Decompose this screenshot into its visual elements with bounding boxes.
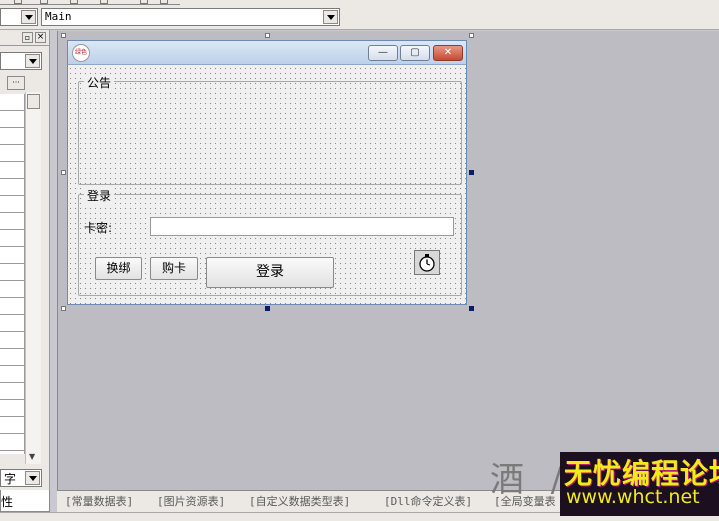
form-titlebar[interactable]: 绿色 — ▢ ✕ (68, 41, 466, 65)
stopwatch-icon (419, 254, 435, 272)
close-icon[interactable]: × (35, 32, 46, 43)
resize-handle[interactable] (265, 306, 270, 311)
minimize-button[interactable]: — (368, 45, 398, 61)
property-grid[interactable] (0, 94, 25, 454)
panel-header: ▫ × (0, 30, 50, 46)
watermark-url: www.whct.net (566, 486, 700, 508)
close-button[interactable]: ✕ (433, 45, 463, 61)
login-button[interactable]: 登录 (206, 257, 334, 288)
login-form-window[interactable]: 绿色 — ▢ ✕ 公告 登录 卡密: 换绑 购卡 登录 (67, 40, 467, 305)
resize-handle[interactable] (265, 33, 270, 38)
resize-handle[interactable] (469, 170, 474, 175)
tab-image-resources[interactable]: [图片资源表] (157, 493, 225, 509)
chevron-down-icon[interactable] (25, 54, 40, 68)
buy-card-button[interactable]: 购卡 (150, 257, 198, 280)
timer-control[interactable] (414, 250, 440, 275)
event-combo-value: Main (45, 10, 72, 23)
pin-icon[interactable]: ▫ (22, 32, 33, 43)
property-scrollbar[interactable]: ▼ (25, 92, 41, 464)
toolbar: Main (0, 0, 719, 30)
object-combo[interactable] (0, 8, 38, 26)
chevron-down-icon[interactable] (25, 471, 40, 485)
maximize-icon: ▢ (410, 47, 420, 58)
resize-handle[interactable] (469, 33, 474, 38)
event-combo[interactable]: Main (41, 8, 340, 26)
card-key-label: 卡密: (84, 221, 113, 235)
app-icon: 绿色 (72, 44, 90, 62)
chevron-down-icon[interactable] (323, 10, 338, 24)
login-group-label: 登录 (84, 187, 115, 204)
close-icon: ✕ (443, 47, 453, 58)
notice-group-label: 公告 (84, 74, 115, 91)
notice-groupbox (78, 81, 462, 185)
tab-custom-types[interactable]: [自定义数据类型表] (249, 493, 350, 509)
ellipsis-button[interactable]: ··· (7, 76, 25, 90)
toolbar-remnant (0, 0, 180, 5)
panel-tab[interactable]: 性 (0, 490, 50, 512)
scroll-down-arrow-icon[interactable]: ▼ (29, 452, 35, 461)
rebind-button[interactable]: 换绑 (95, 257, 142, 280)
resize-handle[interactable] (61, 33, 66, 38)
tab-dll-commands[interactable]: [Dll命令定义表] (384, 493, 472, 509)
sort-combo[interactable]: 字 (0, 469, 42, 487)
chevron-down-icon[interactable] (21, 10, 36, 24)
scroll-thumb[interactable] (27, 94, 40, 109)
resize-handle[interactable] (61, 306, 66, 311)
resize-handle[interactable] (469, 306, 474, 311)
property-combo[interactable] (0, 52, 42, 70)
tab-constants[interactable]: [常量数据表] (65, 493, 133, 509)
resize-handle[interactable] (61, 170, 66, 175)
card-key-input[interactable] (150, 217, 454, 236)
maximize-button[interactable]: ▢ (400, 45, 430, 61)
minimize-icon: — (378, 47, 388, 58)
